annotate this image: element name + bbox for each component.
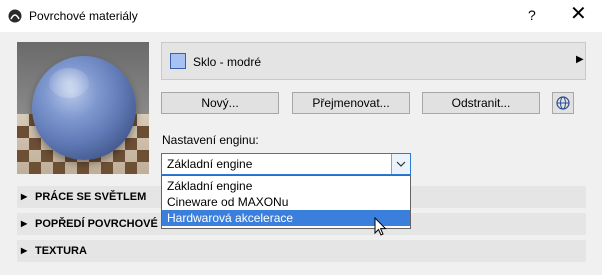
arrow-right-icon: ▶ xyxy=(576,54,584,65)
new-button[interactable]: Nový... xyxy=(161,92,279,114)
archicad-app-icon xyxy=(8,9,22,23)
delete-button[interactable]: Odstranit... xyxy=(422,92,540,114)
section-label: TEXTURA xyxy=(35,245,87,257)
preview-sphere xyxy=(32,56,136,160)
material-preview xyxy=(17,42,149,174)
title-bar: Povrchové materiály ? ✕ xyxy=(0,0,602,32)
engine-selected-value: Základní engine xyxy=(167,157,253,171)
chevron-down-icon xyxy=(396,161,406,167)
globe-button[interactable] xyxy=(552,92,574,114)
globe-icon xyxy=(556,96,570,110)
triangle-right-icon: ▶ xyxy=(21,192,28,201)
close-button[interactable]: ✕ xyxy=(570,3,587,25)
engine-option-hardware[interactable]: Hardwarová akcelerace xyxy=(162,210,410,226)
mouse-cursor-icon xyxy=(374,217,387,236)
triangle-right-icon: ▶ xyxy=(21,219,28,228)
engine-select[interactable]: Základní engine xyxy=(161,153,411,175)
material-name: Sklo - modré xyxy=(193,55,262,69)
rename-button[interactable]: Přejmenovat... xyxy=(292,92,410,114)
engine-option-cineware[interactable]: Cineware od MAXONu xyxy=(162,194,410,210)
section-texture[interactable]: ▶ TEXTURA xyxy=(17,240,586,262)
triangle-right-icon: ▶ xyxy=(21,246,28,255)
section-label: PRÁCE SE SVĚTLEM xyxy=(35,191,147,203)
material-swatch xyxy=(170,53,186,69)
material-selector[interactable]: Sklo - modré ▶ xyxy=(161,42,586,80)
window-title: Povrchové materiály xyxy=(29,9,138,23)
engine-settings-label: Nastavení enginu: xyxy=(162,133,259,147)
preview-highlight xyxy=(49,68,89,98)
help-button[interactable]: ? xyxy=(528,7,536,23)
section-label: POPŘEDÍ POVRCHOVÉ V xyxy=(35,218,169,230)
dropdown-toggle[interactable] xyxy=(391,154,410,174)
engine-option-basic[interactable]: Základní engine xyxy=(162,178,410,194)
